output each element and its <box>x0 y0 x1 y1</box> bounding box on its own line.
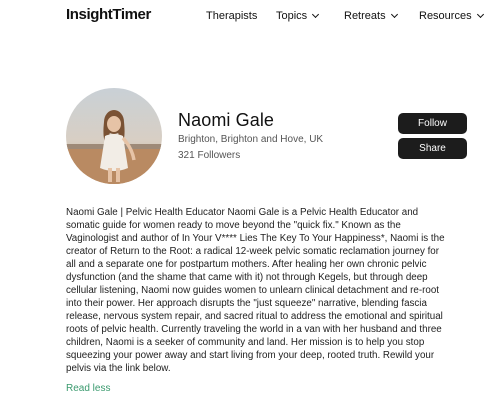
bio-line: somatic guide for women ready to move be… <box>66 220 401 231</box>
profile-bio: Naomi Gale | Pelvic Health Educator Naom… <box>66 206 476 375</box>
bio-line: creator of Return to the Root: a radical… <box>66 246 439 257</box>
bio-line: cellular listening, Naomi now guides wom… <box>66 285 440 296</box>
avatar-photo <box>66 88 162 184</box>
top-nav: InsightTimer Therapists Topics Retreats … <box>0 0 498 32</box>
bio-line: squeezing your power away and start livi… <box>66 350 435 361</box>
chevron-down-icon <box>476 10 484 19</box>
profile-avatar <box>66 88 162 184</box>
nav-therapists-label: Therapists <box>206 10 258 22</box>
bio-line: all and a separate one for postpartum mo… <box>66 259 427 270</box>
chevron-down-icon <box>312 10 320 19</box>
nav-retreats-label: Retreats <box>344 10 386 22</box>
bio-line: roots of pelvic health. Currently travel… <box>66 324 442 335</box>
read-less-link[interactable]: Read less <box>66 383 110 394</box>
bio-line: Vaginologist and author of In Your V****… <box>66 233 445 244</box>
nav-topics-label: Topics <box>276 10 308 22</box>
profile-name: Naomi Gale <box>178 110 275 130</box>
bio-line: children, Naomi is a seeker of community… <box>66 337 425 348</box>
nav-therapists[interactable]: Therapists <box>206 10 257 22</box>
profile-location: Brighton, Brighton and Hove, UK <box>178 134 324 145</box>
chevron-down-icon <box>390 10 398 19</box>
nav-resources-label: Resources <box>419 10 472 22</box>
bio-line: release, nervous system repair, and sacr… <box>66 311 443 322</box>
bio-line: into their power. Her approach disrupts … <box>66 298 427 309</box>
nav-resources[interactable]: Resources <box>419 10 484 22</box>
insight-timer-logo[interactable]: InsightTimer <box>66 6 151 23</box>
bio-line: pelvis via the link below. <box>66 363 171 374</box>
nav-retreats[interactable]: Retreats <box>344 10 398 22</box>
follow-button[interactable]: Follow <box>398 113 467 134</box>
nav-topics[interactable]: Topics <box>276 10 320 22</box>
bio-line: Naomi Gale | Pelvic Health Educator Naom… <box>66 207 419 218</box>
bio-line: dysfunction (and the shame that came wit… <box>66 272 428 283</box>
follower-count: 321 Followers <box>178 150 241 161</box>
share-button[interactable]: Share <box>398 138 467 159</box>
